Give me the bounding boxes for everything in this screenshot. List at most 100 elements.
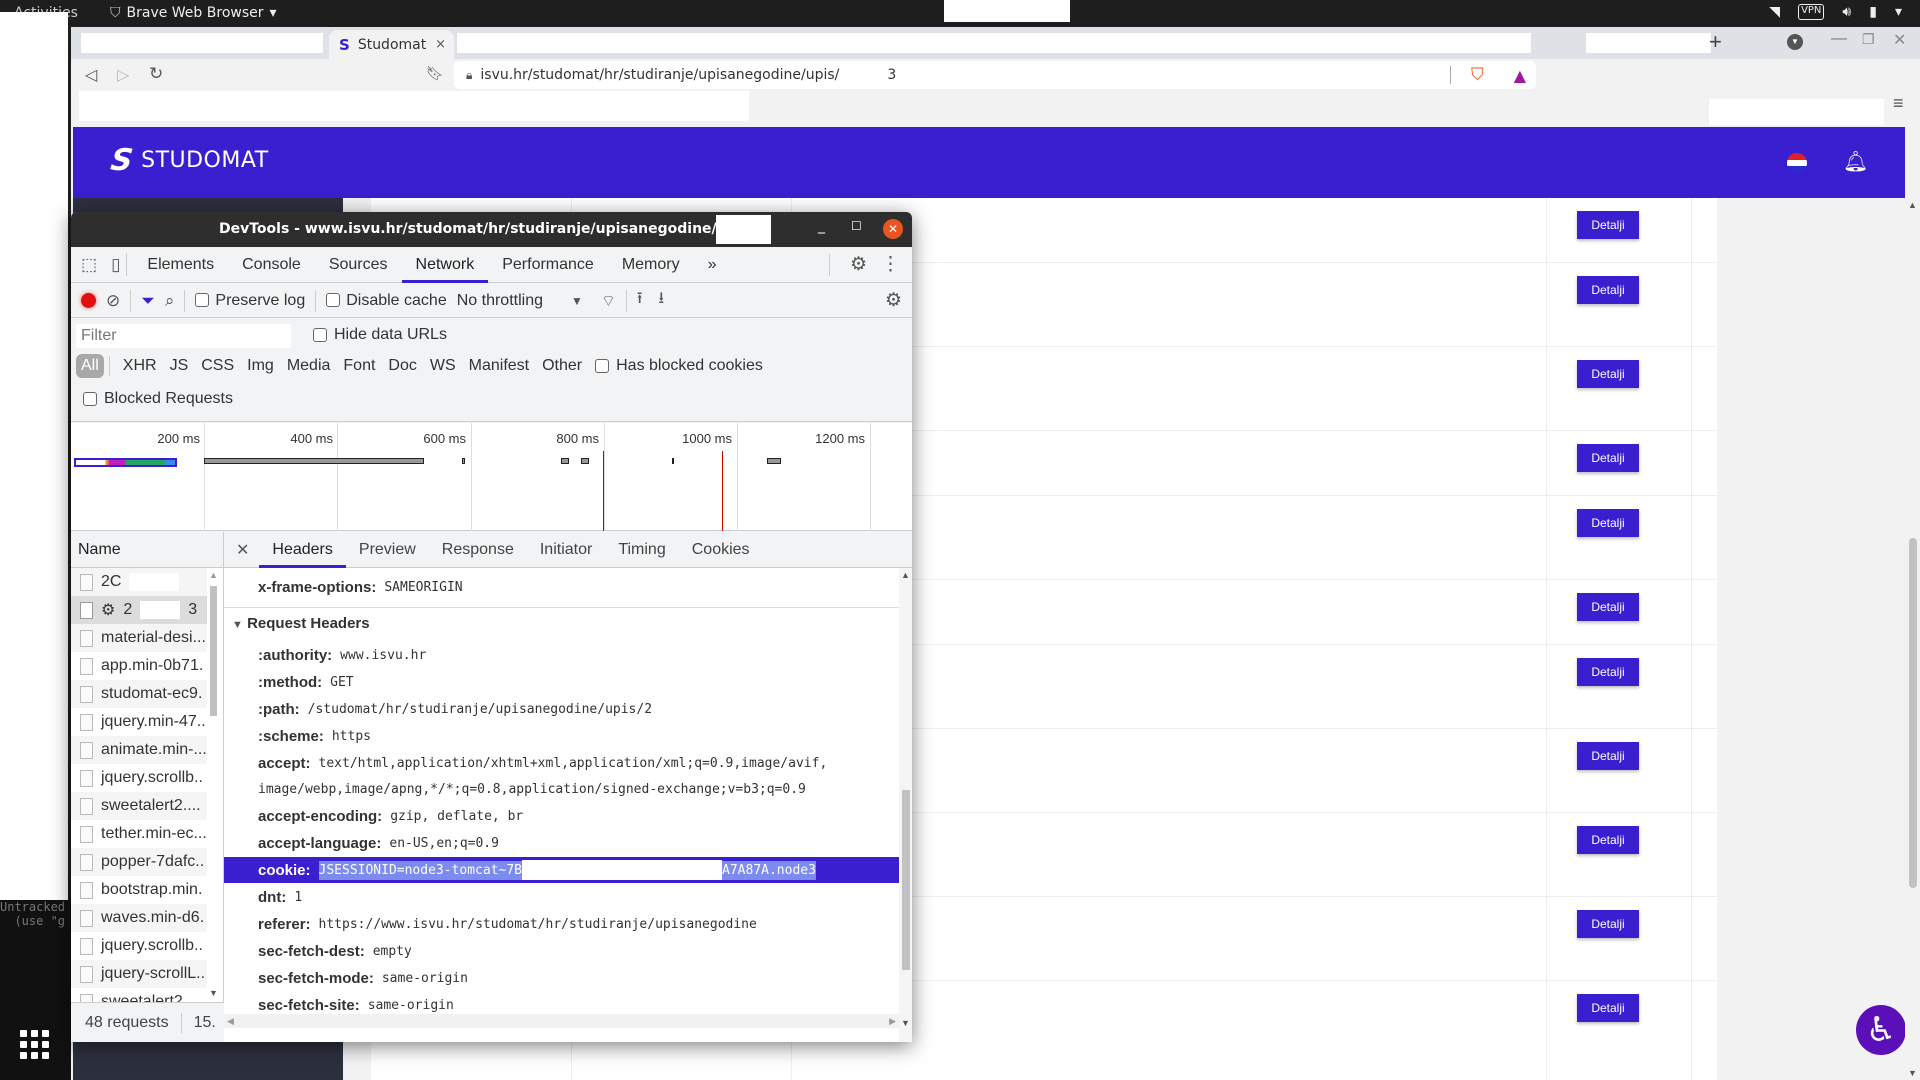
device-toolbar-icon[interactable]: ▯	[111, 255, 120, 275]
header-row[interactable]: x-frame-options: SAMEORIGIN	[224, 574, 899, 600]
detalji-button[interactable]: Detalji	[1577, 509, 1639, 537]
minimize-window-icon[interactable]: —	[1831, 30, 1847, 48]
notification-bell-icon[interactable]: 🔔︎	[1843, 149, 1868, 174]
address-bar[interactable]: 🔒︎ isvu.hr/studomat/hr/studiranje/upisan…	[454, 61, 1536, 89]
tab-network[interactable]: Network	[401, 247, 489, 283]
app-menu[interactable]: ⛉ Brave Web Browser ▾	[110, 5, 277, 21]
header-row[interactable]: sec-fetch-dest: empty	[224, 938, 899, 964]
scroll-down-icon[interactable]: ▼	[1908, 1068, 1917, 1078]
maximize-icon[interactable]: ☐	[851, 219, 862, 233]
request-row[interactable]: studomat-ec9.	[71, 680, 207, 708]
accessibility-icon[interactable]: ♿︎	[1856, 1005, 1906, 1055]
system-menu-icon[interactable]: ▾	[1895, 4, 1902, 20]
filter-doc[interactable]: Doc	[388, 357, 416, 375]
header-row[interactable]: :authority: www.isvu.hr	[224, 642, 899, 668]
clear-icon[interactable]: ⊘	[106, 291, 120, 311]
throttling-select[interactable]: No throttling ▼	[457, 292, 583, 310]
disable-cache-checkbox[interactable]: Disable cache	[326, 292, 447, 310]
system-tray[interactable]: ◥ VPN 🔊︎ ▮ ▾	[1769, 4, 1902, 20]
tab-console[interactable]: Console	[228, 247, 315, 283]
filter-media[interactable]: Media	[287, 357, 331, 375]
tab-memory[interactable]: Memory	[608, 247, 694, 283]
network-settings-icon[interactable]: ⚙	[885, 289, 902, 312]
back-icon[interactable]: ◁	[85, 65, 97, 85]
settings-gear-icon[interactable]: ⚙	[850, 253, 867, 276]
lock-icon[interactable]: 🔒︎	[466, 68, 472, 83]
export-har-icon[interactable]: ⭳	[659, 287, 665, 314]
request-row[interactable]: bootstrap.min.	[71, 876, 207, 904]
header-row[interactable]: dnt: 1	[224, 884, 899, 910]
brave-shields-icon[interactable]: ⛉	[1471, 65, 1484, 85]
tab-preview[interactable]: Preview	[346, 532, 429, 568]
show-applications-icon[interactable]	[20, 1030, 50, 1060]
request-row[interactable]: jquery.min-47..	[71, 708, 207, 736]
detalji-button[interactable]: Detalji	[1577, 360, 1639, 388]
tab-performance[interactable]: Performance	[488, 247, 608, 283]
page-scrollbar[interactable]: ▲ ▼	[1905, 198, 1920, 1080]
brave-rewards-icon[interactable]: ▲	[1514, 66, 1526, 85]
inspect-element-icon[interactable]: ⬚	[81, 255, 97, 275]
browser-menu-icon[interactable]: ≡	[1893, 93, 1904, 114]
hide-data-urls-checkbox[interactable]: Hide data URLs	[313, 326, 447, 344]
scrollbar-thumb[interactable]	[1909, 538, 1917, 888]
tab-studomat[interactable]: S Studomat ×	[329, 30, 454, 59]
request-row-selected[interactable]: ⚙ 2 3	[71, 596, 207, 624]
tab-initiator[interactable]: Initiator	[527, 532, 605, 568]
tab-cookies[interactable]: Cookies	[679, 532, 763, 568]
close-icon[interactable]: ✕	[883, 219, 903, 239]
new-tab-button[interactable]: +	[1709, 29, 1722, 55]
more-tabs-icon[interactable]: »	[694, 247, 731, 283]
network-overview-timeline[interactable]: 200 ms 400 ms 600 ms 800 ms 1000 ms 1200…	[71, 423, 912, 531]
header-row-continuation[interactable]: image/webp,image/apng,*/*;q=0.8,applicat…	[224, 776, 899, 802]
tab-timing[interactable]: Timing	[605, 532, 678, 568]
record-icon[interactable]	[81, 293, 96, 308]
tab-headers[interactable]: Headers	[259, 532, 347, 568]
detalji-button[interactable]: Detalji	[1577, 658, 1639, 686]
headers-scrollbar[interactable]: ▲ ▼	[899, 568, 912, 1042]
devtools-titlebar[interactable]: DevTools - www.isvu.hr/studomat/hr/studi…	[71, 212, 912, 247]
detalji-button[interactable]: Detalji	[1577, 826, 1639, 854]
scroll-up-icon[interactable]: ▲	[1908, 200, 1917, 210]
request-row[interactable]: app.min-0b71.	[71, 652, 207, 680]
request-row[interactable]: jquery.scrollb..	[71, 932, 207, 960]
request-row[interactable]: tether.min-ec...	[71, 820, 207, 848]
close-detail-icon[interactable]: ✕	[224, 540, 259, 560]
filter-css[interactable]: CSS	[201, 357, 234, 375]
detalji-button[interactable]: Detalji	[1577, 994, 1639, 1022]
name-column-header[interactable]: Name	[71, 532, 223, 568]
minimize-icon[interactable]: _	[818, 218, 825, 234]
request-row[interactable]: jquery-scrollL..	[71, 960, 207, 988]
request-row[interactable]: jquery.scrollb..	[71, 764, 207, 792]
wifi-icon[interactable]: ◥	[1769, 4, 1780, 20]
filter-xhr[interactable]: XHR	[123, 357, 157, 375]
header-row[interactable]: accept: text/html,application/xhtml+xml,a…	[224, 750, 899, 776]
battery-icon[interactable]: ▮	[1869, 4, 1877, 20]
request-row[interactable]: waves.min-d6.	[71, 904, 207, 932]
request-row[interactable]: sweetalert2....	[71, 792, 207, 820]
detalji-button[interactable]: Detalji	[1577, 742, 1639, 770]
vpn-icon[interactable]: VPN	[1798, 4, 1825, 20]
request-headers-section[interactable]: ▼ Request Headers	[232, 615, 370, 632]
header-row[interactable]: sec-fetch-mode: same-origin	[224, 965, 899, 991]
detalji-button[interactable]: Detalji	[1577, 593, 1639, 621]
header-row[interactable]: referer: https://www.isvu.hr/studomat/hr/…	[224, 911, 899, 937]
croatian-flag-icon[interactable]	[1787, 153, 1807, 173]
volume-icon[interactable]: 🔊︎	[1842, 4, 1851, 20]
request-row[interactable]: material-desi...	[71, 624, 207, 652]
filter-ws[interactable]: WS	[430, 357, 456, 375]
header-row[interactable]: :scheme: https	[224, 723, 899, 749]
detalji-button[interactable]: Detalji	[1577, 276, 1639, 304]
request-row[interactable]: 2C	[71, 568, 207, 596]
reload-icon[interactable]: ↻	[149, 64, 163, 84]
request-list-scrollbar[interactable]: ▲ ▼	[207, 568, 221, 998]
forward-icon[interactable]: ▷	[117, 65, 129, 85]
header-row[interactable]: accept-encoding: gzip, deflate, br	[224, 803, 899, 829]
tab-elements[interactable]: Elements	[133, 247, 228, 283]
filter-input[interactable]	[76, 324, 291, 348]
detalji-button[interactable]: Detalji	[1577, 211, 1639, 239]
request-row[interactable]: popper-7dafc..	[71, 848, 207, 876]
filter-icon[interactable]: ⏷	[141, 291, 155, 311]
filter-js[interactable]: JS	[170, 357, 189, 375]
import-har-icon[interactable]: ⭱	[637, 287, 643, 314]
search-icon[interactable]: ⌕	[165, 291, 175, 311]
